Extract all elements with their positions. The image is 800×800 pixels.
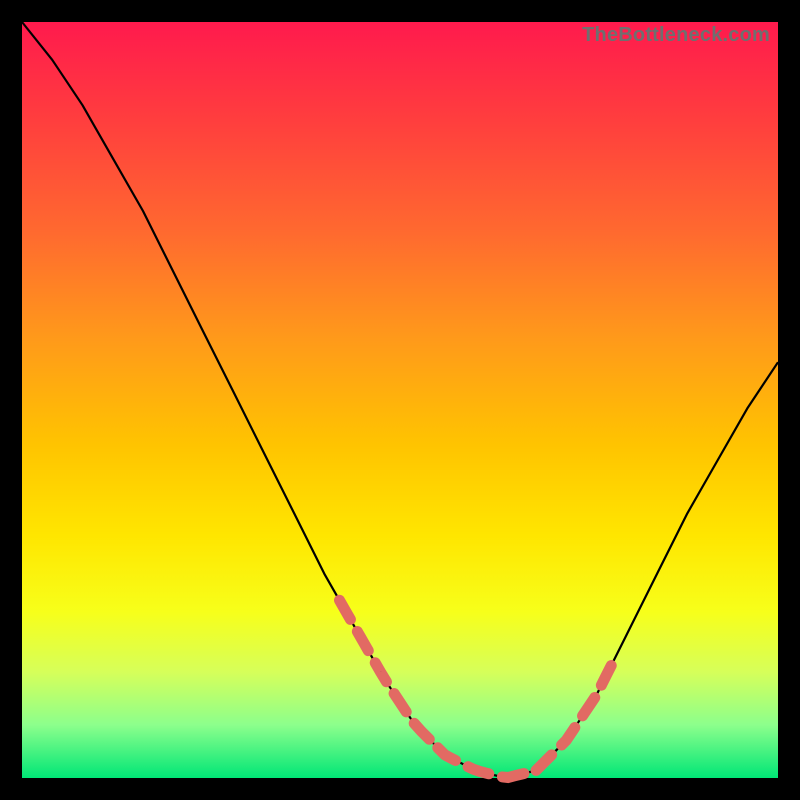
highlight-valley [438, 748, 536, 778]
plot-area: TheBottleneck.com [22, 22, 778, 778]
chart-svg [22, 22, 778, 778]
chart-frame: TheBottleneck.com [0, 0, 800, 800]
highlight-left-slope [340, 600, 438, 748]
bottleneck-curve [22, 22, 778, 778]
highlight-right-slope [536, 665, 612, 771]
